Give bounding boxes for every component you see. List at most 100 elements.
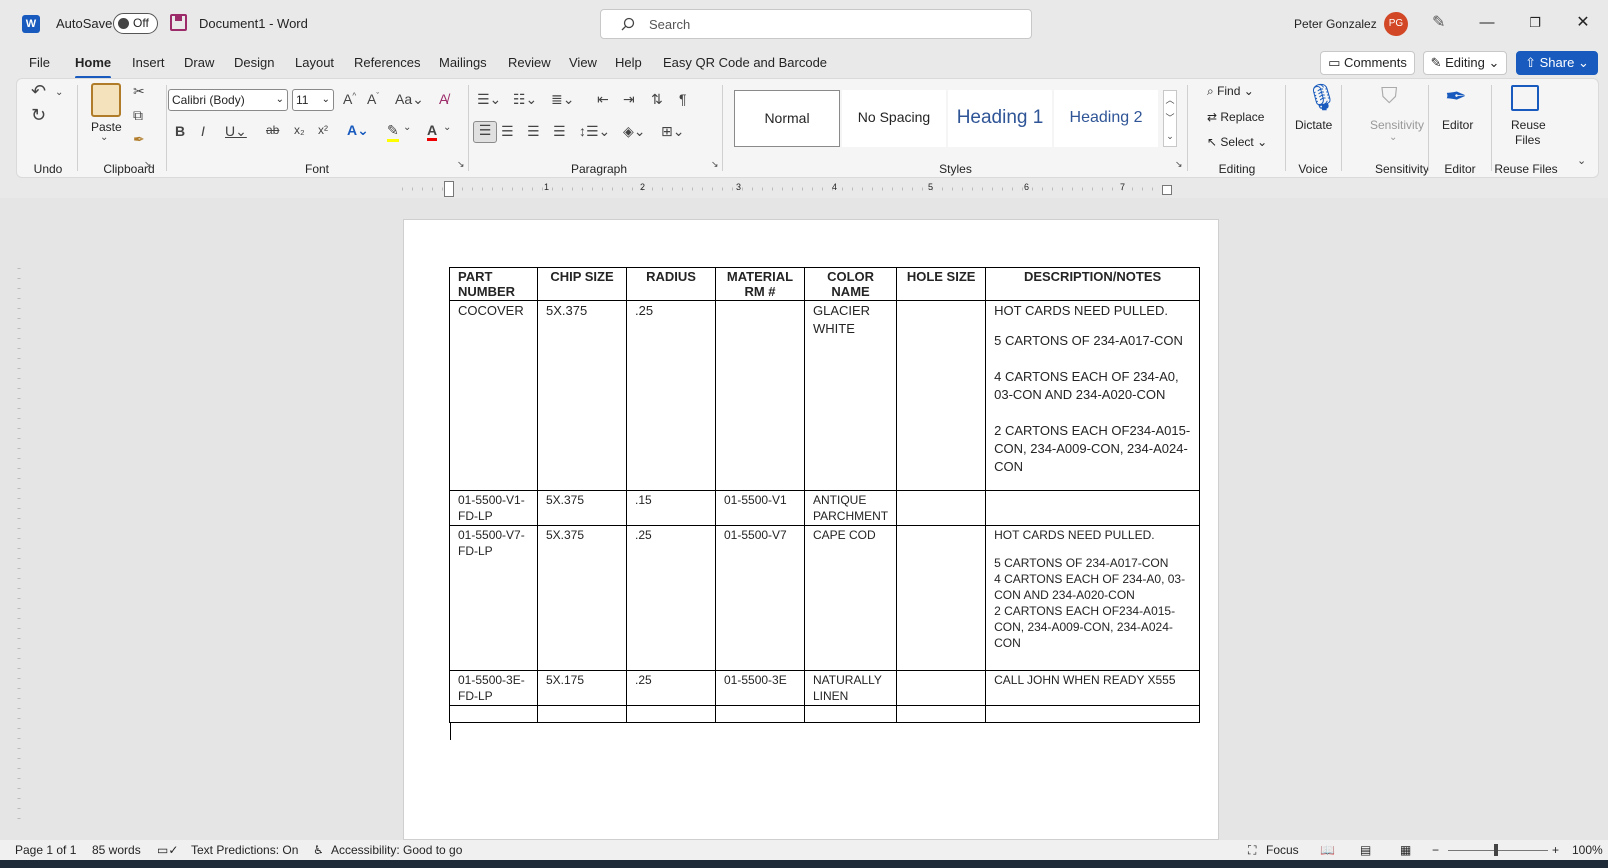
tab-help[interactable]: Help (615, 55, 642, 70)
cell-hole[interactable] (896, 490, 987, 526)
tab-view[interactable]: View (569, 55, 597, 70)
cell-material[interactable]: 01-5500-V7 (715, 525, 805, 671)
parts-table[interactable]: PART NUMBER CHIP SIZE RADIUS MATERIAL RM… (449, 267, 1200, 723)
cell-radius[interactable]: .25 (626, 525, 716, 671)
collapse-ribbon-icon[interactable]: ⌄ (1577, 154, 1586, 167)
dictate-label[interactable]: Dictate (1295, 118, 1332, 132)
cell-chip[interactable]: 5X.375 (537, 525, 627, 671)
cell-chip[interactable]: 5X.175 (537, 670, 627, 706)
tab-insert[interactable]: Insert (132, 55, 165, 70)
redo-icon[interactable]: ↻ (31, 105, 46, 126)
align-left-icon[interactable]: ☰ (473, 121, 497, 143)
strikethrough-icon[interactable]: ab (266, 123, 279, 137)
dialog-launcher-icon[interactable]: ↘ (711, 159, 719, 170)
right-indent-marker[interactable] (1162, 185, 1172, 195)
replace-button[interactable]: ⇄ Replace (1207, 110, 1264, 124)
cell-empty[interactable] (896, 705, 987, 723)
shrink-font-icon[interactable]: Aˇ (367, 91, 379, 107)
increase-indent-icon[interactable]: ⇥ (623, 91, 635, 108)
accessibility-status[interactable]: Accessibility: Good to go (331, 843, 462, 857)
proofing-icon[interactable]: ▭✓ (157, 843, 178, 857)
cell-notes[interactable]: HOT CARDS NEED PULLED. 5 CARTONS OF 234-… (985, 300, 1200, 491)
styles-scroll[interactable]: ︿ ﹀ ⌄ (1163, 90, 1177, 147)
chevron-down-icon[interactable]: ⌄ (100, 132, 108, 143)
style-heading-2[interactable]: Heading 2 (1054, 90, 1158, 147)
style-no-spacing[interactable]: No Spacing (842, 90, 946, 147)
font-size-select[interactable]: 11 ⌄ (292, 89, 334, 111)
zoom-slider[interactable] (1448, 850, 1548, 851)
change-case-icon[interactable]: Aa⌄ (395, 91, 424, 108)
word-count[interactable]: 85 words (92, 843, 141, 857)
reuse-label-2[interactable]: Files (1515, 133, 1540, 147)
horizontal-ruler[interactable]: 1 2 3 4 5 6 7 (16, 181, 1591, 197)
highlight-icon[interactable]: ✎ (387, 122, 399, 142)
zoom-in-icon[interactable]: + (1552, 843, 1559, 857)
cell-color[interactable]: CAPE COD (803, 525, 898, 671)
multilevel-list-icon[interactable]: ≣⌄ (551, 91, 574, 108)
chevron-down-icon[interactable]: ⌄ (443, 122, 451, 133)
reuse-label-1[interactable]: Reuse (1511, 118, 1546, 132)
read-mode-icon[interactable]: 📖 (1320, 843, 1335, 857)
font-color-icon[interactable]: A (427, 122, 438, 141)
tab-file[interactable]: File (29, 55, 50, 70)
tab-draw[interactable]: Draw (184, 55, 214, 70)
superscript-icon[interactable]: x² (318, 123, 328, 137)
cell-radius[interactable]: .25 (626, 670, 716, 706)
document-page[interactable]: PART NUMBER CHIP SIZE RADIUS MATERIAL RM… (403, 219, 1219, 840)
tab-home[interactable]: Home (75, 55, 112, 79)
decrease-indent-icon[interactable]: ⇤ (597, 91, 609, 108)
cell-empty[interactable] (626, 705, 716, 723)
borders-icon[interactable]: ⊞⌄ (661, 123, 684, 140)
subscript-icon[interactable]: x₂ (294, 123, 305, 137)
minimize-icon[interactable]: — (1464, 8, 1510, 38)
format-painter-icon[interactable]: ✒ (133, 131, 145, 148)
editing-mode-button[interactable]: ✎ Editing ⌄ (1423, 51, 1507, 75)
tab-mailings[interactable]: Mailings (439, 55, 487, 70)
cell-notes[interactable] (985, 490, 1200, 526)
line-spacing-icon[interactable]: ↕☰⌄ (579, 123, 610, 140)
style-heading-1[interactable]: Heading 1 (948, 90, 1052, 147)
cut-icon[interactable]: ✂ (133, 83, 145, 100)
cell-color[interactable]: ANTIQUE PARCHMENT (803, 490, 898, 526)
shading-icon[interactable]: ◈⌄ (623, 123, 646, 140)
text-effects-icon[interactable]: A⌄ (347, 122, 369, 139)
print-layout-icon[interactable]: ▤ (1360, 843, 1371, 857)
indent-marker[interactable] (444, 181, 454, 197)
share-button[interactable]: ⇧ Share ⌄ (1516, 51, 1598, 75)
cell-part[interactable]: COCOVER (449, 300, 538, 491)
cell-part[interactable]: 01-5500-V7-FD-LP (449, 525, 538, 671)
comments-button[interactable]: ▭ Comments (1320, 51, 1415, 75)
numbering-icon[interactable]: ☷⌄ (513, 91, 537, 108)
cell-part[interactable]: 01-5500-3E-FD-LP (449, 670, 538, 706)
page-count[interactable]: Page 1 of 1 (15, 843, 76, 857)
cell-part[interactable]: 01-5500-V1-FD-LP (449, 490, 538, 526)
align-center-icon[interactable]: ☰ (501, 123, 514, 140)
focus-button[interactable]: Focus (1266, 843, 1299, 857)
dialog-launcher-icon[interactable]: ↘ (1175, 159, 1183, 170)
tab-review[interactable]: Review (508, 55, 551, 70)
chevron-down-icon[interactable]: ⌄ (55, 87, 63, 98)
cell-radius[interactable]: .15 (626, 490, 716, 526)
show-formatting-icon[interactable]: ¶ (679, 91, 687, 107)
zoom-level[interactable]: 100% (1572, 843, 1603, 857)
tab-references[interactable]: References (354, 55, 420, 70)
zoom-out-icon[interactable]: − (1432, 843, 1439, 857)
cell-empty[interactable] (985, 705, 1200, 723)
copy-icon[interactable]: ⧉ (133, 107, 143, 124)
close-icon[interactable]: ✕ (1560, 8, 1606, 38)
tab-design[interactable]: Design (234, 55, 274, 70)
style-normal[interactable]: Normal (734, 90, 840, 147)
cell-material[interactable]: 01-5500-V1 (715, 490, 805, 526)
undo-icon[interactable]: ↶ (31, 81, 46, 102)
dialog-launcher-icon[interactable]: ↘ (457, 159, 465, 170)
bold-icon[interactable]: B (175, 123, 185, 139)
microphone-icon[interactable]: 🎙 (1305, 82, 1338, 113)
cell-chip[interactable]: 5X.375 (537, 490, 627, 526)
cell-notes[interactable]: CALL JOHN WHEN READY X555 (985, 670, 1200, 706)
italic-icon[interactable]: I (201, 123, 205, 139)
tab-easy-qr[interactable]: Easy QR Code and Barcode (663, 55, 827, 70)
vertical-ruler[interactable] (10, 198, 28, 820)
find-button[interactable]: ⌕ Find ⌄ (1207, 84, 1254, 99)
font-name-select[interactable]: Calibri (Body) ⌄ (168, 89, 288, 111)
dialog-launcher-icon[interactable]: ↘ (144, 159, 152, 170)
